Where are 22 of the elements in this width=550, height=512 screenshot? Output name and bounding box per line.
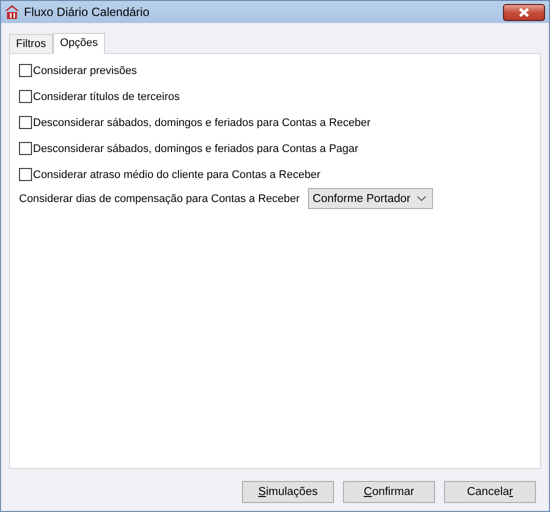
checkbox-label: Considerar atraso médio do cliente para Contas a Receber: [33, 168, 320, 180]
app-logo-icon: [5, 5, 19, 19]
dialog-button[interactable]: Cancelar: [444, 481, 536, 503]
checkbox[interactable]: [19, 142, 32, 155]
checkbox-label: Considerar previsões: [33, 64, 137, 76]
checkbox-label: Considerar títulos de terceiros: [33, 90, 180, 102]
field-label: Considerar dias de compensação para Contas a Receber: [19, 192, 300, 204]
tab[interactable]: Filtros: [9, 34, 53, 53]
checkbox-label: Desconsiderar sábados, domingos e feriados para Contas a Receber: [33, 116, 371, 128]
dialog-button[interactable]: Simulações: [242, 481, 334, 503]
close-icon: [518, 8, 530, 16]
checkbox[interactable]: [19, 90, 32, 103]
dialog-button[interactable]: Confirmar: [343, 481, 435, 503]
tab[interactable]: Opções: [52, 33, 105, 54]
chevron-down-icon: [416, 196, 426, 201]
dropdown[interactable]: Conforme Portador: [308, 188, 433, 209]
checkbox[interactable]: [19, 64, 32, 77]
checkbox[interactable]: [19, 116, 32, 129]
close-button[interactable]: [503, 4, 545, 20]
checkbox-label: Desconsiderar sábados, domingos e feriados para Contas a Pagar: [33, 142, 358, 154]
window-title: Fluxo Diário Calendário: [24, 5, 150, 19]
checkbox[interactable]: [19, 168, 32, 181]
